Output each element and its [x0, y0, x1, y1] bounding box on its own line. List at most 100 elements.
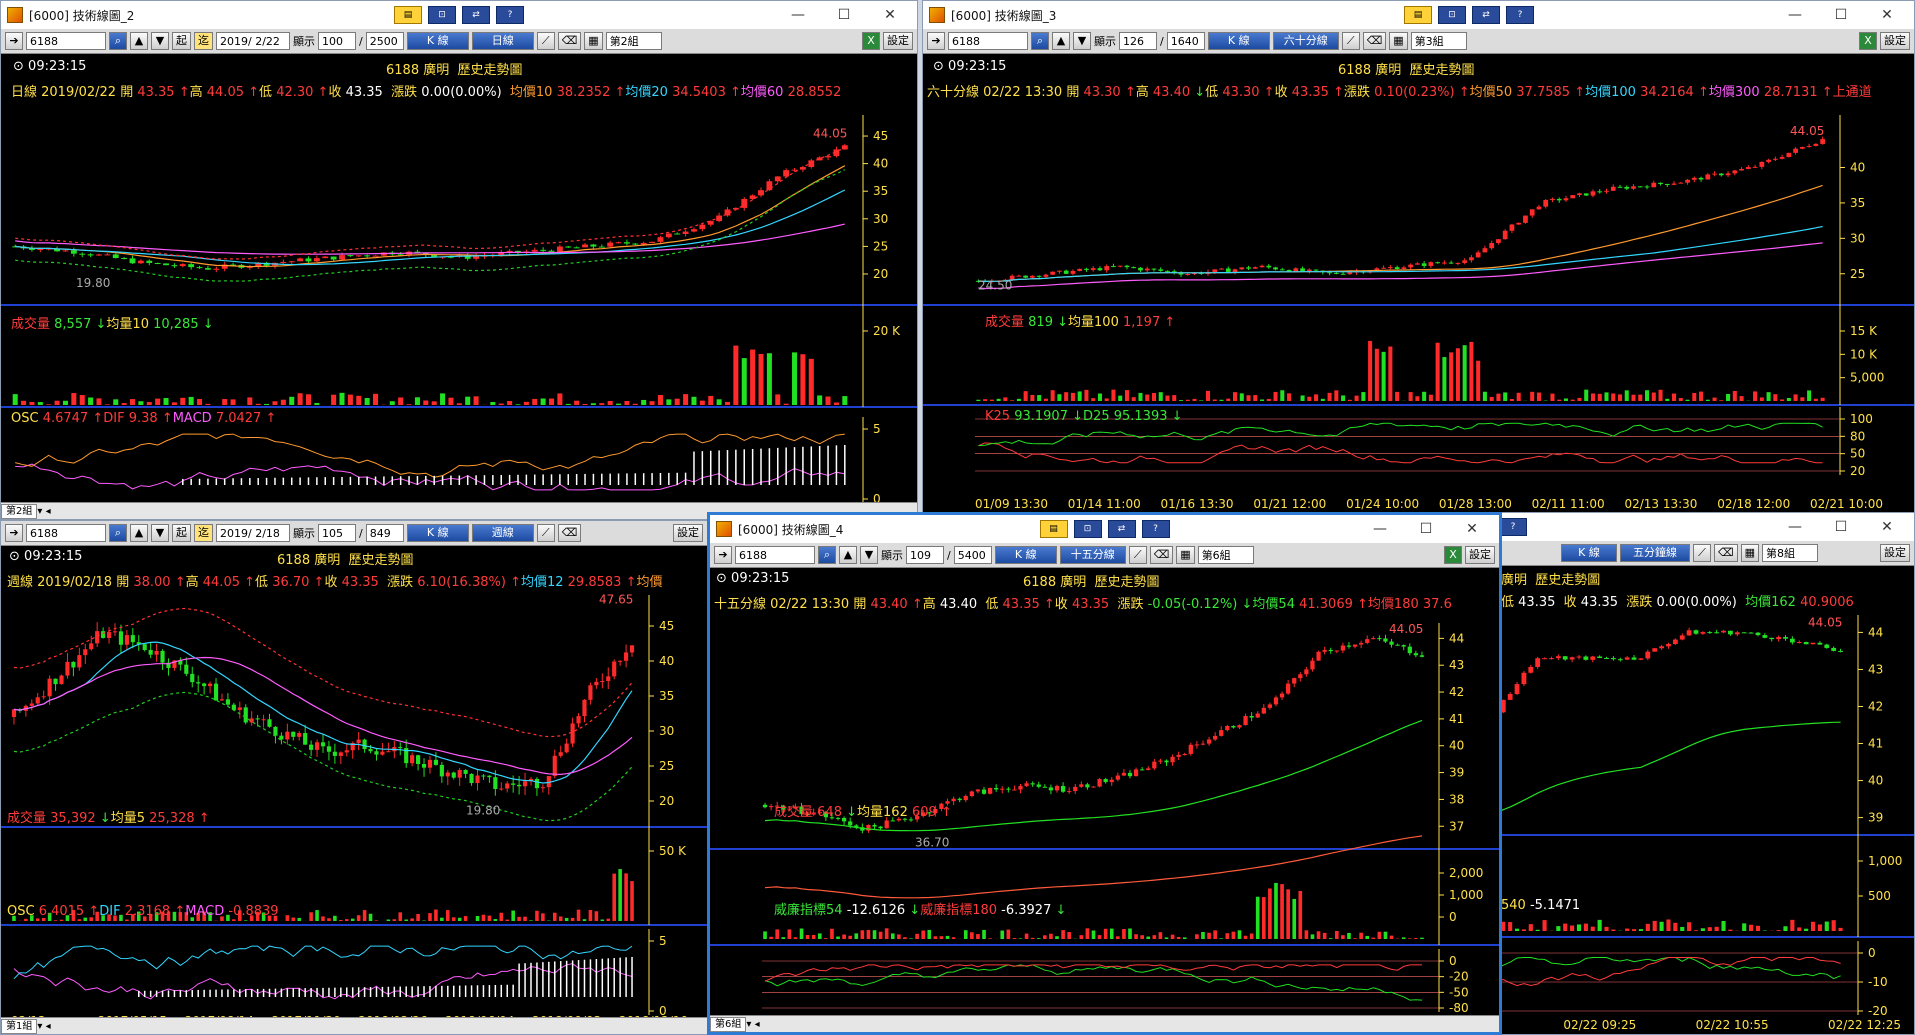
eraser-icon[interactable]: ⌫ — [1714, 544, 1738, 562]
total-input[interactable]: 849 — [365, 524, 404, 542]
prev-button[interactable]: ▲ — [130, 524, 148, 542]
draw-line-icon[interactable]: ⟋ — [1128, 546, 1147, 564]
chart-area[interactable]: 45403530252044.0519.8020 K5009/252018/10… — [1, 55, 918, 505]
chart-type-select[interactable]: K 線 — [406, 524, 469, 542]
settings-button[interactable]: 設定 — [883, 32, 913, 50]
chart-type-select[interactable]: K 線 — [994, 546, 1057, 564]
count-input[interactable]: 105 — [318, 524, 356, 542]
symbol-input[interactable]: 6188 — [735, 546, 815, 564]
minimize-icon[interactable]: — — [1772, 1, 1818, 29]
eraser-icon[interactable]: ⌫ — [1149, 546, 1174, 564]
period-select[interactable]: 五分鐘線 — [1620, 544, 1690, 562]
draw-line-icon[interactable]: ⟋ — [1693, 544, 1711, 562]
grid-icon[interactable]: ▦ — [1740, 544, 1759, 562]
help-icon[interactable]: ? — [1141, 520, 1170, 538]
group-status-select[interactable]: 第1組 — [1, 1018, 38, 1034]
chart-window-2[interactable]: [6000] 技術線圖_2 ▤ ⊡ ⇄ ? — ☐ ✕ ➔ 6188 ⌕ ▲ ▼… — [0, 0, 918, 520]
maximize-icon[interactable]: ☐ — [1818, 513, 1864, 541]
group-status-select[interactable]: 第6組 — [710, 1016, 747, 1032]
chart-area[interactable]: 40 35 30 25 44.05 24.50 15 K 10 K 5,000 100 80 50 20… — [923, 55, 1915, 520]
help-icon[interactable]: ? — [496, 6, 524, 24]
period-select[interactable]: 十五分線 — [1059, 546, 1126, 564]
group-status-select[interactable]: 第2組 — [1, 503, 38, 519]
grid-icon[interactable]: ▦ — [1389, 32, 1408, 50]
search-icon[interactable]: ⌕ — [109, 524, 127, 542]
prev-button[interactable]: ▲ — [1052, 32, 1070, 50]
minimize-icon[interactable]: — — [775, 1, 821, 29]
symbol-input[interactable]: 6188 — [26, 32, 106, 50]
maximize-icon[interactable]: ☐ — [821, 1, 867, 29]
chart-type-select[interactable]: K 線 — [1207, 32, 1270, 50]
total-input[interactable]: 2500 — [365, 32, 404, 50]
excel-icon[interactable]: X — [862, 32, 880, 50]
chart-type-select[interactable]: K 線 — [406, 32, 469, 50]
search-icon[interactable]: ⌕ — [109, 32, 127, 50]
maximize-icon[interactable]: ☐ — [1403, 515, 1449, 543]
next-button[interactable]: ▼ — [151, 32, 169, 50]
group-select[interactable]: 第2組 — [605, 32, 662, 50]
help-icon[interactable]: ? — [1506, 6, 1534, 24]
grid-icon[interactable]: ▦ — [584, 32, 603, 50]
window-icon[interactable]: ⊡ — [1438, 6, 1466, 24]
export-icon[interactable]: ⇄ — [462, 6, 490, 24]
help-icon[interactable]: ? — [1499, 518, 1527, 536]
close-icon[interactable]: ✕ — [867, 1, 913, 29]
to-button[interactable]: 迄 — [194, 524, 213, 542]
excel-icon[interactable]: X — [1859, 32, 1877, 50]
draw-line-icon[interactable]: ⟋ — [1341, 32, 1360, 50]
settings-button[interactable]: 設定 — [1465, 546, 1495, 564]
eraser-icon[interactable]: ⌫ — [1362, 32, 1387, 50]
close-icon[interactable]: ✕ — [1864, 513, 1910, 541]
settings-button[interactable]: 設定 — [673, 524, 703, 542]
from-button[interactable]: 起 — [172, 32, 191, 50]
chart-type-select[interactable]: K 線 — [1561, 544, 1617, 562]
next-button[interactable]: ▼ — [151, 524, 169, 542]
chart-window-3[interactable]: [6000] 技術線圖_3 ▤ ⊡ ⇄ ? — ☐ ✕ ➔ 6188 ⌕ ▲ ▼… — [922, 0, 1915, 520]
period-select[interactable]: 六十分線 — [1272, 32, 1339, 50]
layout-icon[interactable]: ▤ — [1039, 520, 1068, 538]
close-icon[interactable]: ✕ — [1449, 515, 1495, 543]
minimize-icon[interactable]: — — [1357, 515, 1403, 543]
maximize-icon[interactable]: ☐ — [1818, 1, 1864, 29]
close-icon[interactable]: ✕ — [1864, 1, 1910, 29]
chart-area[interactable]: 44 43 42 41 40 39 38 37 44.05 36.70 2,000 1,000 0 0 -2… — [710, 567, 1499, 1015]
period-select[interactable]: 日線 — [471, 32, 534, 50]
group-select[interactable]: 第6組 — [1197, 546, 1254, 564]
draw-line-icon[interactable]: ⟋ — [536, 32, 555, 50]
date-input[interactable]: 2019/ 2/18 — [216, 524, 290, 542]
group-select[interactable]: 第3組 — [1410, 32, 1467, 50]
link-arrow-button[interactable]: ➔ — [927, 32, 945, 50]
total-input[interactable]: 5400 — [953, 546, 992, 564]
excel-icon[interactable]: X — [1444, 546, 1462, 564]
symbol-input[interactable]: 6188 — [26, 524, 106, 542]
title-bar[interactable]: [6000] 技術線圖_3 ▤ ⊡ ⇄ ? — ☐ ✕ — [923, 1, 1914, 29]
count-input[interactable]: 100 — [318, 32, 356, 50]
grid-icon[interactable]: ▦ — [1176, 546, 1195, 564]
chart-area[interactable]: 45403530252047.6519.8050 K5002/132017/05… — [1, 545, 708, 1020]
export-icon[interactable]: ⇄ — [1472, 6, 1500, 24]
search-icon[interactable]: ⌕ — [818, 546, 836, 564]
count-input[interactable]: 109 — [906, 546, 944, 564]
chart-window-weekly[interactable]: ➔ 6188 ⌕ ▲ ▼ 起 迄 2019/ 2/18 顯示 105 / 849… — [0, 520, 708, 1035]
from-button[interactable]: 起 — [172, 524, 191, 542]
eraser-icon[interactable]: ⌫ — [557, 32, 582, 50]
count-input[interactable]: 126 — [1119, 32, 1157, 50]
to-button[interactable]: 迄 — [194, 32, 213, 50]
settings-button[interactable]: 設定 — [1880, 32, 1910, 50]
eraser-icon[interactable]: ⌫ — [557, 524, 582, 542]
minimize-icon[interactable]: — — [1772, 513, 1818, 541]
link-arrow-button[interactable]: ➔ — [714, 546, 732, 564]
period-select[interactable]: 週線 — [471, 524, 534, 542]
title-bar[interactable]: [6000] 技術線圖_2 ▤ ⊡ ⇄ ? — ☐ ✕ — [1, 1, 917, 29]
settings-button[interactable]: 設定 — [1880, 544, 1910, 562]
layout-icon[interactable]: ▤ — [1404, 6, 1432, 24]
title-bar[interactable]: [6000] 技術線圖_4 ▤ ⊡ ⇄ ? — ☐ ✕ — [710, 515, 1499, 543]
prev-button[interactable]: ▲ — [130, 32, 148, 50]
link-arrow-button[interactable]: ➔ — [5, 32, 23, 50]
export-icon[interactable]: ⇄ — [1107, 520, 1136, 538]
window-icon[interactable]: ⊡ — [428, 6, 456, 24]
group-select[interactable]: 第8組 — [1761, 544, 1818, 562]
draw-line-icon[interactable]: ⟋ — [536, 524, 555, 542]
symbol-input[interactable]: 6188 — [948, 32, 1028, 50]
search-icon[interactable]: ⌕ — [1031, 32, 1049, 50]
